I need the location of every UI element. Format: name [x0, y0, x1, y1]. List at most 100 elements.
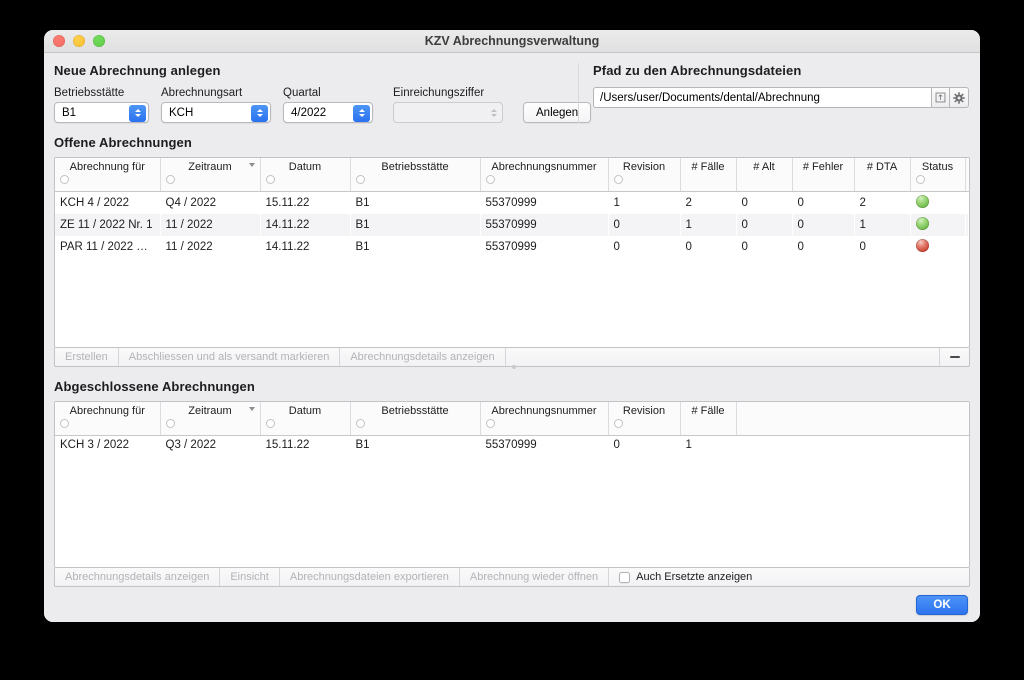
cell-spacer [965, 191, 969, 214]
einsicht-button[interactable]: Einsicht [220, 568, 280, 586]
column-filter-toggle[interactable] [165, 419, 175, 428]
table-row[interactable]: KCH 4 / 2022 Q4 / 2022 15.11.22 B1 55370… [55, 191, 969, 214]
column-filter-toggle[interactable] [165, 175, 175, 184]
table-row[interactable]: ZE 11 / 2022 Nr. 1 11 / 2022 14.11.22 B1… [55, 214, 969, 236]
cell-spacer [965, 236, 969, 258]
column-header-abrechnungsnummer[interactable]: Abrechnungsnummer [480, 158, 609, 192]
open-billings-title: Offene Abrechnungen [54, 135, 192, 150]
cell-datum: 15.11.22 [260, 435, 350, 454]
ok-button[interactable]: OK [916, 595, 968, 615]
select-betriebsstaette-value: B1 [62, 106, 77, 119]
column-header-label: Datum [288, 161, 322, 173]
gear-icon[interactable] [950, 87, 969, 108]
column-filter-toggle[interactable] [355, 419, 365, 428]
cell-zeitraum: 11 / 2022 [160, 214, 260, 236]
column-header-zeitraum[interactable]: Zeitraum [160, 402, 261, 436]
sort-descending-icon [248, 407, 255, 411]
chevron-updown-icon [353, 104, 370, 122]
abrechnungsdetails-anzeigen-button[interactable]: Abrechnungsdetails anzeigen [340, 348, 506, 366]
minus-icon[interactable] [939, 348, 969, 366]
select-abrechnungsart[interactable]: KCH [161, 102, 271, 123]
open-billings-empty-space [55, 258, 969, 347]
field-einreichungsziffer: Einreichungsziffer [393, 87, 503, 123]
cell-alt: 0 [736, 236, 792, 258]
closed-abrechnungsdetails-anzeigen-button[interactable]: Abrechnungsdetails anzeigen [55, 568, 221, 586]
column-filter-toggle[interactable] [915, 175, 925, 184]
column-header-label: Revision [622, 405, 666, 417]
path-panel-title: Pfad zu den Abrechnungsdateien [593, 63, 802, 78]
chevron-updown-icon [129, 104, 146, 122]
path-row: /Users/user/Documents/dental/Abrechnung [593, 87, 969, 108]
open-billings-toolbar: Erstellen Abschliessen und als versandt … [54, 348, 970, 369]
cell-datum: 14.11.22 [260, 236, 350, 258]
abschliessen-versandt-button[interactable]: Abschliessen und als versandt markieren [119, 348, 341, 366]
cell-faelle: 0 [680, 236, 736, 258]
select-quartal-value: 4/2022 [291, 106, 327, 119]
column-header-status[interactable]: Status [910, 158, 966, 192]
label-quartal: Quartal [283, 87, 321, 99]
cell-faelle: 2 [680, 191, 736, 214]
select-betriebsstaette[interactable]: B1 [54, 102, 149, 123]
column-filter-toggle[interactable] [613, 175, 623, 184]
checkbox-box[interactable] [619, 571, 631, 583]
closed-billings-header-row: Abrechnung für Zeitraum Datum Betriebsst… [55, 402, 969, 436]
cell-abrechnungsnummer: 55370999 [480, 214, 608, 236]
column-header-label: Revision [622, 161, 666, 173]
table-row[interactable]: KCH 3 / 2022 Q3 / 2022 15.11.22 B1 55370… [55, 435, 969, 454]
column-header-label: Abrechnung für [69, 405, 145, 417]
column-filter-toggle[interactable] [60, 419, 69, 428]
reveal-in-finder-icon[interactable] [931, 87, 950, 108]
column-header-fehler[interactable]: # Fehler [792, 158, 855, 192]
column-header-zeitraum[interactable]: Zeitraum [160, 158, 261, 192]
window-titlebar: KZV Abrechnungsverwaltung [44, 30, 980, 53]
column-header-datum[interactable]: Datum [260, 158, 351, 192]
cell-faelle: 1 [680, 214, 736, 236]
table-row[interactable]: PAR 11 / 2022 Nr... 11 / 2022 14.11.22 B… [55, 236, 969, 258]
open-billings-header-row: Abrechnung für Zeitraum Datum Betriebsst… [55, 158, 969, 192]
column-filter-toggle[interactable] [265, 175, 275, 184]
cell-abrechnungsnummer: 55370999 [480, 236, 608, 258]
column-header-alt[interactable]: # Alt [736, 158, 793, 192]
column-header-betriebsstaette[interactable]: Betriebsstätte [350, 158, 481, 192]
column-header-revision[interactable]: Revision [608, 402, 681, 436]
path-input[interactable]: /Users/user/Documents/dental/Abrechnung [593, 87, 931, 108]
column-filter-toggle[interactable] [265, 419, 275, 428]
cell-abrechnungsnummer: 55370999 [480, 435, 608, 454]
select-quartal[interactable]: 4/2022 [283, 102, 373, 123]
erstellen-button[interactable]: Erstellen [55, 348, 119, 366]
column-header-abrechnung-fuer[interactable]: Abrechnung für [55, 402, 161, 436]
column-header-datum[interactable]: Datum [260, 402, 351, 436]
column-filter-toggle[interactable] [355, 175, 365, 184]
column-filter-toggle[interactable] [613, 419, 623, 428]
column-header-abrechnung-fuer[interactable]: Abrechnung für [55, 158, 161, 192]
cell-status [910, 214, 965, 236]
cell-abrechnungsnummer: 55370999 [480, 191, 608, 214]
column-header-dta[interactable]: # DTA [854, 158, 911, 192]
resize-handle[interactable] [512, 365, 516, 369]
column-header-faelle[interactable]: # Fälle [680, 158, 737, 192]
column-header-abrechnungsnummer[interactable]: Abrechnungsnummer [480, 402, 609, 436]
column-header-betriebsstaette[interactable]: Betriebsstätte [350, 402, 481, 436]
abrechnung-wieder-oeffnen-button[interactable]: Abrechnung wieder öffnen [460, 568, 610, 586]
column-filter-toggle[interactable] [485, 419, 495, 428]
cell-dta: 0 [854, 236, 910, 258]
input-einreichungsziffer[interactable] [393, 102, 503, 123]
auch-ersetzte-anzeigen-checkbox[interactable]: Auch Ersetzte anzeigen [609, 568, 969, 586]
column-filter-toggle[interactable] [485, 175, 495, 184]
column-header-faelle[interactable]: # Fälle [680, 402, 737, 436]
column-header-label: # DTA [866, 161, 898, 173]
column-header-revision[interactable]: Revision [608, 158, 681, 192]
cell-zeitraum: Q3 / 2022 [160, 435, 260, 454]
abrechnungsdateien-exportieren-button[interactable]: Abrechnungsdateien exportieren [280, 568, 460, 586]
new-billing-fields: Betriebsstätte B1 Abrechnungsart KCH Qua… [54, 87, 592, 123]
column-filter-toggle[interactable] [60, 175, 69, 184]
column-header-label: # Fehler [802, 161, 844, 173]
cell-faelle: 1 [680, 435, 736, 454]
status-indicator-green [915, 195, 929, 208]
dialog-content: Neue Abrechnung anlegen Betriebsstätte B… [44, 53, 980, 622]
cell-spacer [736, 435, 969, 454]
cell-datum: 14.11.22 [260, 214, 350, 236]
cell-revision: 0 [608, 214, 680, 236]
checkbox-label: Auch Ersetzte anzeigen [636, 571, 753, 583]
cell-dta: 2 [854, 191, 910, 214]
